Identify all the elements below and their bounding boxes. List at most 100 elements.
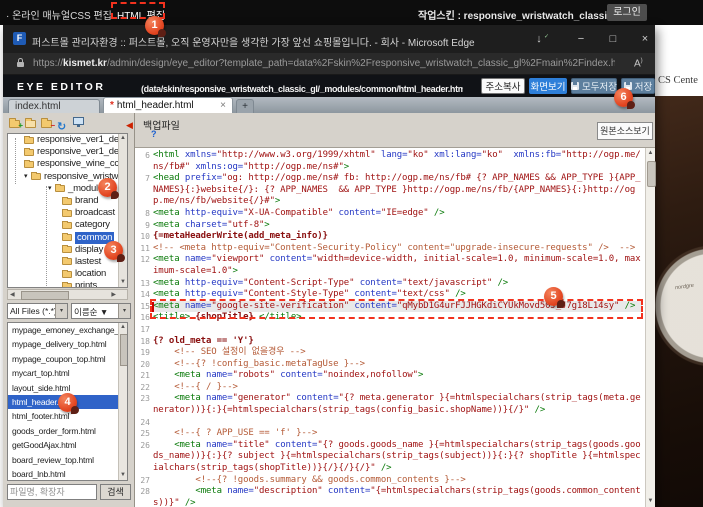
download-icon[interactable]: ↓ ✓	[528, 30, 550, 48]
close-button[interactable]: ×	[634, 30, 656, 48]
scroll-down-icon[interactable]: ▼	[119, 278, 127, 287]
code-text[interactable]: <meta name="title" content="{? goods.goo…	[153, 440, 642, 475]
code-line-12[interactable]: 12 <meta name="viewport" content="width=d…	[136, 254, 646, 277]
code-line-21[interactable]: 21 <meta name="robots" content="noindex,…	[136, 370, 646, 382]
topbar-link-css-edit[interactable]: · CSS 편집	[64, 7, 112, 22]
tab-index-html[interactable]: index.html	[8, 99, 100, 113]
code-text[interactable]: <!-- <meta http-equiv="Content-Security-…	[153, 243, 642, 255]
tree-item-prints[interactable]: prints	[8, 280, 127, 287]
login-button[interactable]: 로그인	[607, 4, 647, 21]
code-line-6[interactable]: 6 <html xmlns="http://www.w3.org/1999/xht…	[136, 150, 646, 173]
code-text[interactable]: {? old_meta == 'Y'}	[153, 336, 642, 348]
code-text[interactable]	[153, 417, 642, 429]
code-text[interactable]: <!--{? !goods.summary && goods.common_co…	[153, 475, 642, 487]
file-tree[interactable]: ▲ ▼ responsive_ver1_de responsive_ver1_de…	[7, 133, 128, 288]
window-title-bar[interactable]: F 퍼스트몰 관리자환경 :: 퍼스트몰, 오직 운영자만을 생각한 가장 앞선…	[3, 25, 655, 53]
save-all-button[interactable]: 모두저장	[571, 78, 617, 94]
code-line-27[interactable]: 27 <!--{? !goods.summary && goods.common…	[136, 475, 646, 487]
code-line-22[interactable]: 22 <!--{ / }-->	[136, 382, 646, 394]
code-line-9[interactable]: 9 <meta charset="utf-8">	[136, 220, 646, 232]
file-type-filter-select[interactable]: All Files (*.*) ▾	[7, 303, 68, 319]
code-line-17[interactable]: 17	[136, 324, 646, 336]
code-line-14[interactable]: 14 <meta http-equiv="Content-Style-Type" …	[136, 289, 646, 301]
code-text[interactable]: <meta name="description" content="{=html…	[153, 486, 642, 507]
address-bar[interactable]: https://kismet.kr/admin/design/eye_edito…	[3, 53, 655, 75]
search-button[interactable]: 검색	[100, 484, 131, 500]
scroll-down-icon[interactable]: ▼	[119, 471, 127, 480]
expander-icon[interactable]: ▾	[24, 171, 31, 183]
editor-scrollbar[interactable]: ▲ ▼	[645, 148, 656, 507]
code-line-11[interactable]: 11 <!-- <meta http-equiv="Content-Securit…	[136, 243, 646, 255]
view-source-button[interactable]: 원본소스보기	[597, 122, 653, 140]
code-editor[interactable]: 6 <html xmlns="http://www.w3.org/1999/xht…	[135, 148, 646, 507]
tab-close-icon[interactable]: ×	[220, 100, 226, 111]
code-text[interactable]: <!--{ / }-->	[153, 382, 642, 394]
read-aloud-icon[interactable]: A)	[634, 58, 643, 69]
code-text[interactable]: <meta name="viewport" content="width=dev…	[153, 254, 642, 277]
tree-item-responsive_wine_cc[interactable]: responsive_wine_cc	[8, 158, 127, 170]
code-text[interactable]: <html xmlns="http://www.w3.org/1999/xhtm…	[153, 150, 642, 173]
code-line-18[interactable]: 18 {? old_meta == 'Y'}	[136, 336, 646, 348]
help-icon[interactable]: ?	[151, 129, 157, 139]
scrollbar-thumb[interactable]	[120, 334, 127, 366]
delete-folder-icon[interactable]: −	[41, 117, 55, 130]
code-line-10[interactable]: 10 {=metaHeaderWrite(add_meta_info)}	[136, 231, 646, 243]
code-text[interactable]: <!-- SEO 설정이 없을경우 -->	[153, 347, 642, 359]
expander-icon[interactable]: ▾	[48, 183, 55, 195]
tree-scrollbar[interactable]: ▲ ▼	[118, 134, 127, 287]
open-folder-icon[interactable]	[25, 117, 38, 128]
code-line-24[interactable]: 24	[136, 417, 646, 429]
file-item-mypage_emoney_exchange_top-html[interactable]: mypage_emoney_exchange_top.html	[8, 323, 127, 337]
code-line-28[interactable]: 28 <meta name="description" content="{=h…	[136, 486, 646, 507]
scroll-up-icon[interactable]: ▲	[119, 323, 127, 332]
code-text[interactable]: <meta http-equiv="Content-Script-Type" c…	[153, 278, 642, 290]
code-text[interactable]: <!--{ ? APP_USE == 'f' }-->	[153, 428, 642, 440]
tree-item-responsive_ver1_de[interactable]: responsive_ver1_de	[8, 146, 127, 158]
open-window-icon[interactable]	[73, 117, 86, 128]
tree-item-category[interactable]: category	[8, 219, 127, 231]
code-text[interactable]	[153, 324, 642, 336]
copy-url-button[interactable]: 주소복사	[481, 78, 525, 94]
code-line-25[interactable]: 25 <!--{ ? APP_USE == 'f' }-->	[136, 428, 646, 440]
topbar-link-online-manual[interactable]: · 온라인 매뉴얼	[6, 7, 70, 22]
scroll-left-icon[interactable]: ◀	[10, 291, 15, 299]
scrollbar-thumb[interactable]	[21, 291, 69, 300]
maximize-button[interactable]: □	[602, 30, 624, 48]
code-line-8[interactable]: 8 <meta http-equiv="X-UA-Compatible" cont…	[136, 208, 646, 220]
code-line-19[interactable]: 19 <!-- SEO 설정이 없을경우 -->	[136, 347, 646, 359]
file-item-goods_order_form-html[interactable]: goods_order_form.html	[8, 424, 127, 438]
preview-button[interactable]: 화면보기	[529, 78, 567, 94]
refresh-icon[interactable]: ↻	[57, 117, 70, 133]
code-text[interactable]: <title> {shopTitle} </title>	[153, 312, 642, 324]
new-tab-button[interactable]: +	[236, 99, 254, 113]
backup-file-label[interactable]: 백업파일	[143, 117, 180, 132]
collapse-panel-icon[interactable]: ◀	[126, 120, 133, 131]
code-text[interactable]: <!--{? !config_basic.metaTagUse }-->	[153, 359, 642, 371]
tab-html-header-html[interactable]: * html_header.html ×	[103, 97, 233, 113]
file-list-scrollbar[interactable]: ▲ ▼	[118, 323, 127, 480]
tree-item-location[interactable]: location	[8, 268, 127, 280]
code-text[interactable]: {=metaHeaderWrite(add_meta_info)}	[153, 231, 642, 243]
new-folder-icon[interactable]: +	[9, 117, 23, 130]
scroll-up-icon[interactable]: ▲	[646, 149, 655, 158]
code-text[interactable]: <meta name="google-site-verification" co…	[150, 298, 643, 319]
file-item-mypage_coupon_top-html[interactable]: mypage_coupon_top.html	[8, 352, 127, 366]
file-item-mypage_delivery_top-html[interactable]: mypage_delivery_top.html	[8, 337, 127, 351]
tree-item-broadcast[interactable]: broadcast	[8, 207, 127, 219]
code-line-15[interactable]: 15 <meta name="google-site-verification" …	[136, 298, 646, 319]
file-item-getGoodAjax-html[interactable]: getGoodAjax.html	[8, 438, 127, 452]
file-item-mycart_top-html[interactable]: mycart_top.html	[8, 366, 127, 380]
code-line-16[interactable]: 16 <title> {shopTitle} </title>	[136, 312, 646, 324]
code-text[interactable]: <meta charset="utf-8">	[153, 220, 642, 232]
file-search-input[interactable]	[7, 484, 97, 500]
code-text[interactable]: <meta http-equiv="Content-Style-Type" co…	[153, 289, 642, 301]
scrollbar-thumb[interactable]	[647, 161, 656, 187]
scroll-up-icon[interactable]: ▲	[119, 134, 127, 143]
tree-item-responsive_ver1_de[interactable]: responsive_ver1_de	[8, 134, 127, 146]
tree-horizontal-scrollbar[interactable]: ◀ ▶	[7, 289, 128, 300]
scroll-down-icon[interactable]: ▼	[646, 497, 655, 506]
code-line-20[interactable]: 20 <!--{? !config_basic.metaTagUse }-->	[136, 359, 646, 371]
code-text[interactable]: <meta name="robots" content="noindex,nof…	[153, 370, 642, 382]
minimize-button[interactable]: −	[570, 30, 592, 48]
code-line-23[interactable]: 23 <meta name="generator" content="{? me…	[136, 393, 646, 416]
